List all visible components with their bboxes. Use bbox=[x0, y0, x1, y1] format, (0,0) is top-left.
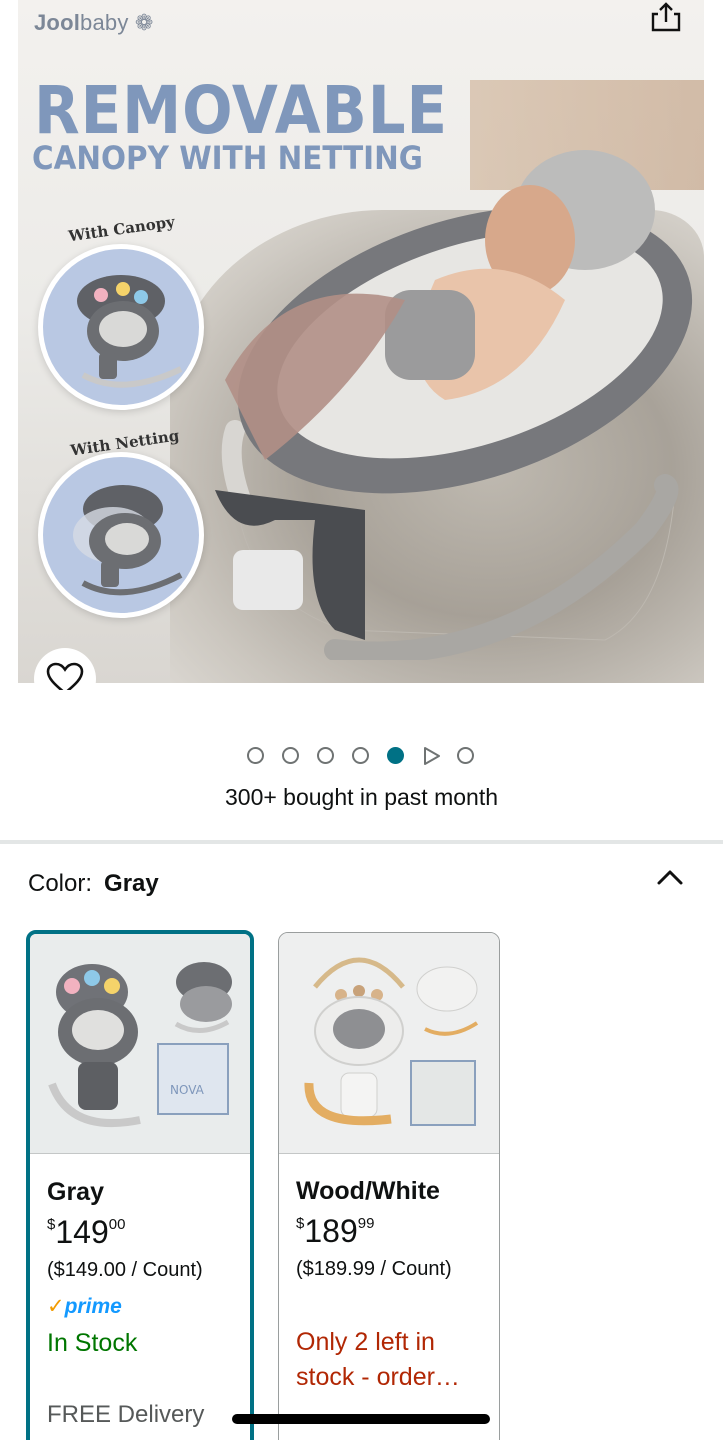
carousel-dot[interactable] bbox=[282, 747, 299, 764]
bought-in-past-month: 300+ bought in past month bbox=[224, 784, 498, 810]
video-play-icon[interactable] bbox=[423, 746, 441, 766]
color-label: Color: bbox=[28, 870, 93, 897]
stock-status: Only 2 left in stock - order… bbox=[296, 1328, 460, 1391]
unit-price: ($149.00 / Count) bbox=[47, 1259, 203, 1281]
product-image-carousel[interactable]: Joolbaby ❁ REMOVABLE CANOPY WITH NETTING… bbox=[0, 0, 723, 690]
canopy-variant-image bbox=[38, 244, 204, 410]
netting-variant-image bbox=[38, 452, 204, 618]
carousel-dot[interactable] bbox=[352, 747, 369, 764]
share-icon[interactable] bbox=[648, 0, 684, 36]
prime-badge: ✓prime bbox=[47, 1295, 122, 1318]
stock-status: In Stock bbox=[47, 1329, 138, 1357]
color-option-price: $18999 bbox=[296, 1213, 375, 1249]
color-option-image: NOVA bbox=[30, 934, 250, 1154]
color-option-image bbox=[279, 933, 499, 1154]
color-selector-header: Color: Gray bbox=[28, 870, 159, 898]
color-option-gray[interactable]: NOVA Gray $14900 ($149.00 / Count) ✓prim… bbox=[26, 930, 254, 1440]
chevron-up-icon[interactable] bbox=[652, 862, 688, 892]
heart-icon bbox=[46, 662, 84, 690]
color-option-price: $14900 bbox=[47, 1214, 126, 1250]
prime-check-icon: ✓ bbox=[47, 1295, 65, 1318]
product-box-brand: NOVA bbox=[170, 1083, 205, 1097]
carousel-dot[interactable] bbox=[317, 747, 334, 764]
carousel-dot-active[interactable] bbox=[387, 747, 404, 764]
carousel-dot[interactable] bbox=[247, 747, 264, 764]
home-indicator[interactable] bbox=[232, 1414, 490, 1424]
carousel-dot[interactable] bbox=[457, 747, 474, 764]
brand-logo: Joolbaby ❁ bbox=[34, 10, 154, 35]
baby-swing-product-image bbox=[215, 150, 693, 660]
section-divider bbox=[0, 840, 723, 844]
carousel-indicator bbox=[0, 746, 723, 766]
color-option-wood-white[interactable]: Wood/White $18999 ($189.99 / Count) Only… bbox=[278, 932, 500, 1440]
unit-price: ($189.99 / Count) bbox=[296, 1258, 452, 1280]
color-option-name: Gray bbox=[47, 1178, 104, 1206]
delivery-info: FREE Delivery bbox=[47, 1401, 205, 1428]
color-option-name: Wood/White bbox=[296, 1177, 440, 1205]
selected-color: Gray bbox=[104, 870, 159, 897]
